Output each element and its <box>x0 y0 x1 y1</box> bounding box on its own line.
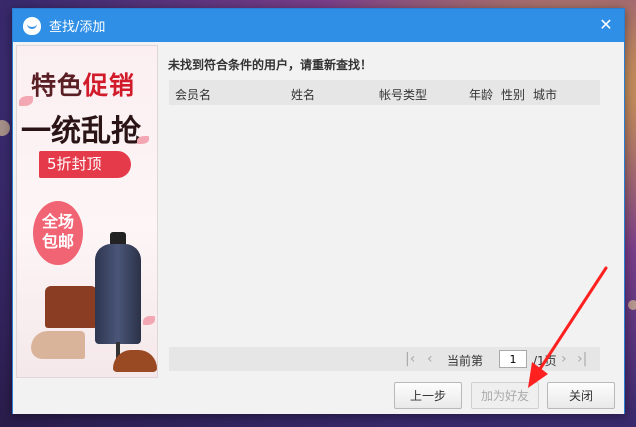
promo-free-shipping-badge: 全场 包邮 <box>33 201 83 265</box>
page-number-input[interactable] <box>499 350 527 368</box>
handbag-image <box>45 286 97 328</box>
title-bar[interactable]: 查找/添加 ✕ <box>13 9 624 42</box>
previous-step-button[interactable]: 上一步 <box>394 382 462 409</box>
window-title: 查找/添加 <box>49 20 106 35</box>
close-button[interactable]: 关闭 <box>547 382 615 409</box>
promo-headline-part1: 特色 <box>31 71 84 100</box>
column-header-account-type[interactable]: 帐号类型 <box>379 86 427 103</box>
column-header-city[interactable]: 城市 <box>533 86 557 103</box>
badge-line1: 全场 <box>41 212 74 231</box>
leather-shoe-image <box>113 350 157 372</box>
find-add-dialog: 查找/添加 ✕ 特色促销 一统乱抢 5折封顶 全场 包邮 未找到符合条件的用户，… <box>12 8 625 414</box>
pager-prefix: 当前第 <box>447 354 484 368</box>
promo-banner[interactable]: 特色促销 一统乱抢 5折封顶 全场 包邮 <box>16 45 158 378</box>
jacket-image <box>95 244 141 344</box>
column-header-name[interactable]: 姓名 <box>291 86 315 103</box>
app-logo-icon <box>23 16 41 35</box>
petal-decoration <box>137 136 149 144</box>
next-page-icon[interactable]: › <box>561 351 567 367</box>
last-page-icon[interactable]: ›| <box>577 351 587 367</box>
petal-decoration <box>19 96 33 106</box>
promo-subheadline: 一统乱抢 <box>21 114 141 149</box>
pagination-bar: |‹ ‹ 当前第 /1页 › ›| <box>169 347 600 371</box>
background-sparkle <box>628 300 636 310</box>
promo-discount-banner: 5折封顶 <box>39 151 131 178</box>
column-header-age[interactable]: 年龄 <box>469 86 493 103</box>
petal-decoration <box>143 316 155 325</box>
add-friend-button[interactable]: 加为好友 <box>471 382 539 409</box>
dialog-footer: 上一步 加为好友 关闭 <box>13 378 624 414</box>
first-page-icon[interactable]: |‹ <box>405 351 415 367</box>
background-sparkle <box>0 120 10 136</box>
pager-suffix: /1页 <box>533 354 557 368</box>
search-results-panel: 未找到符合条件的用户，请重新查找！ 会员名 姓名 帐号类型 年龄 性别 城市 |… <box>166 45 612 378</box>
column-header-gender[interactable]: 性别 <box>501 86 525 103</box>
promo-headline: 特色促销 <box>31 66 135 102</box>
close-icon[interactable]: ✕ <box>598 17 614 33</box>
prev-page-icon[interactable]: ‹ <box>427 351 433 367</box>
no-results-message: 未找到符合条件的用户，请重新查找！ <box>168 58 373 72</box>
badge-line2: 包邮 <box>41 232 74 251</box>
heel-shoe-image <box>31 331 85 359</box>
column-header-username[interactable]: 会员名 <box>175 86 211 103</box>
promo-headline-part2: 促销 <box>83 71 136 100</box>
results-table-header: 会员名 姓名 帐号类型 年龄 性别 城市 <box>169 80 600 105</box>
